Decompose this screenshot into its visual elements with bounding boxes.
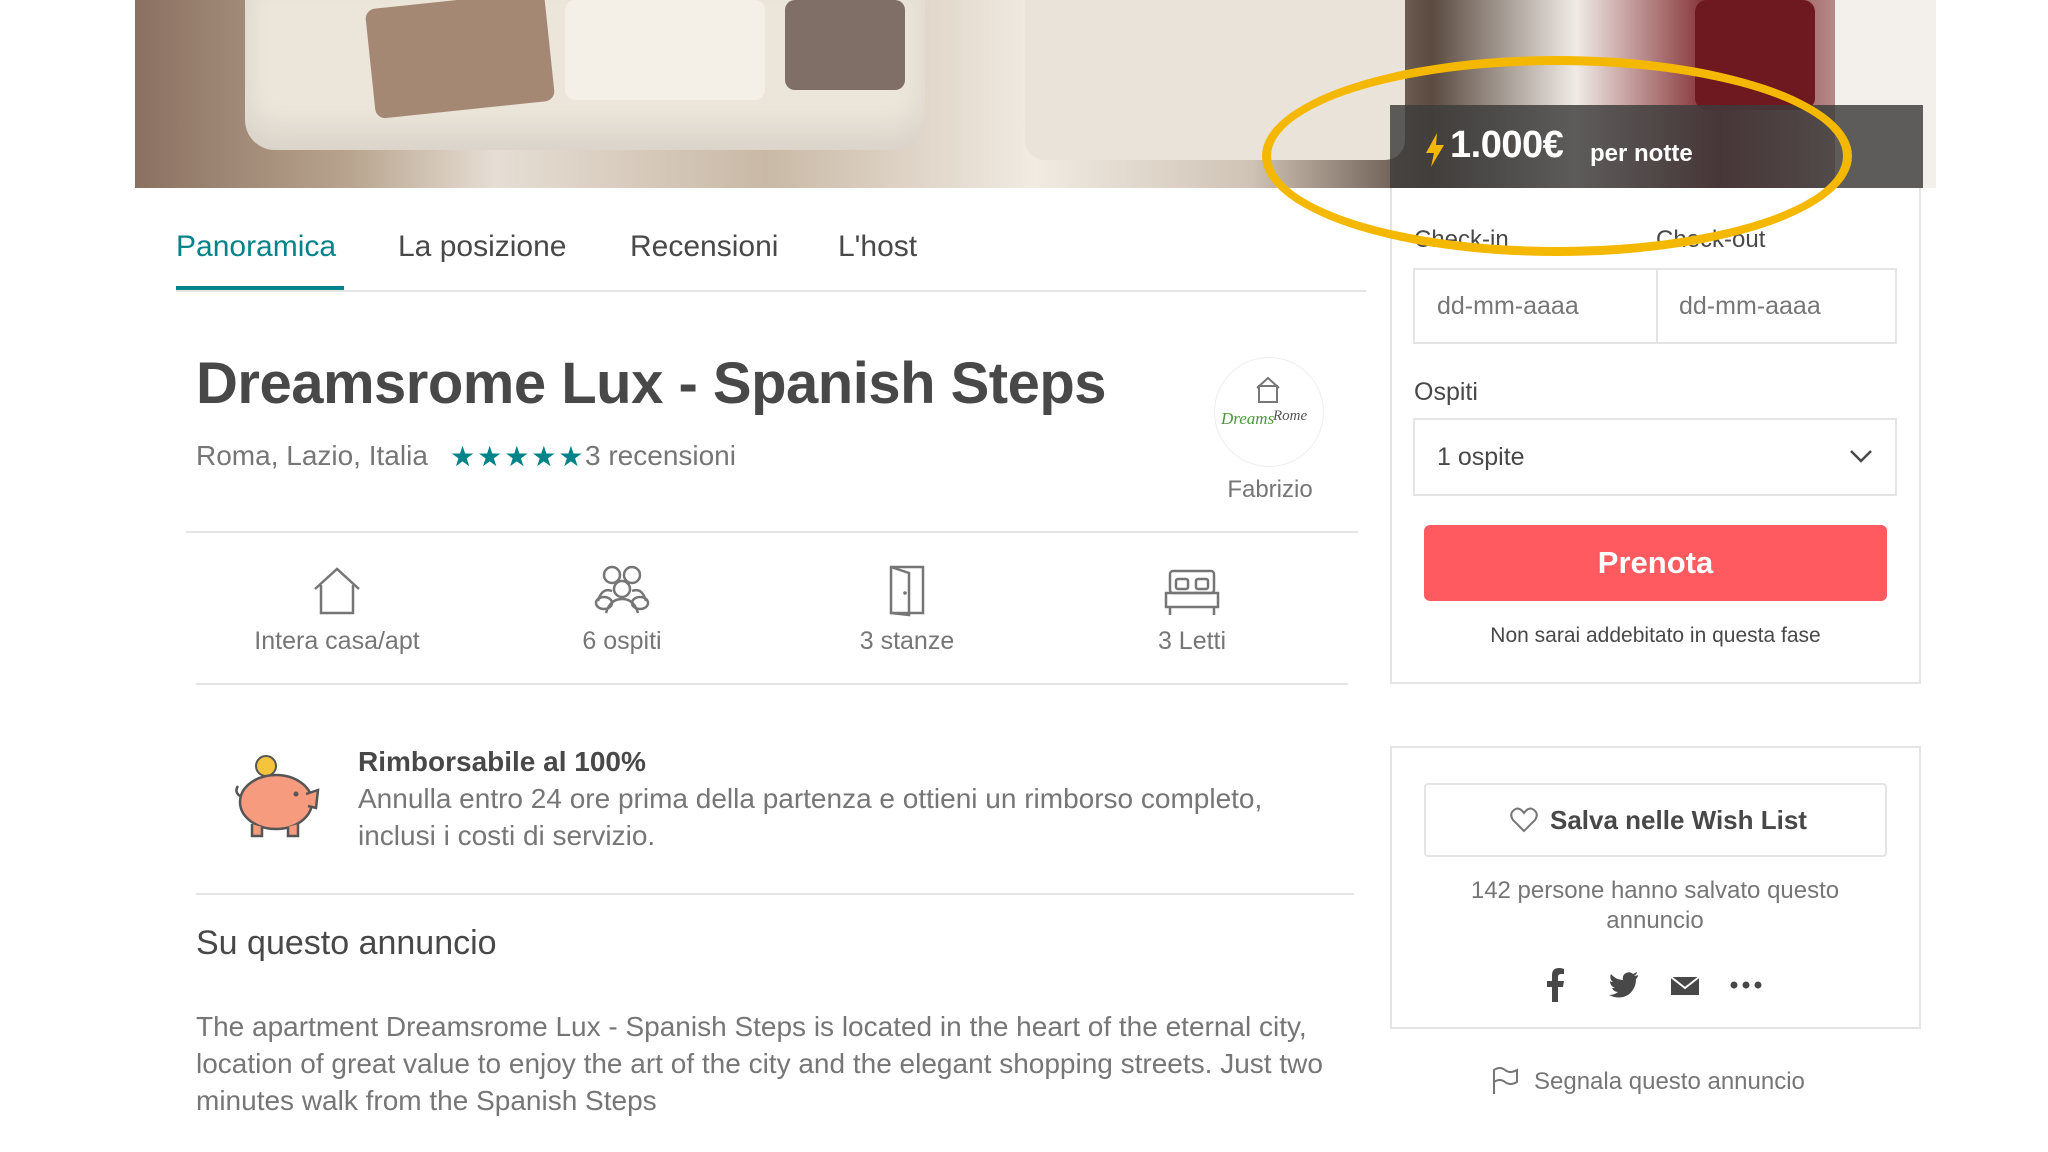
amenity-beds: 3 Letti xyxy=(1082,565,1302,656)
svg-text:Dreams: Dreams xyxy=(1220,409,1275,428)
amenity-home: Intera casa/apt xyxy=(227,565,447,656)
refund-title: Rimborsabile al 100% xyxy=(358,746,646,777)
tab-host[interactable]: L'host xyxy=(838,230,917,264)
saved-count-text: 142 persone hanno salvato questo annunci… xyxy=(1470,877,1840,934)
star-rating: ★★★★★ xyxy=(450,441,586,472)
about-description: The apartment Dreamsrome Lux - Spanish S… xyxy=(196,1011,1323,1116)
report-label: Segnala questo annuncio xyxy=(1534,1068,1805,1095)
save-wishlist-label: Salva nelle Wish List xyxy=(1550,805,1807,835)
refund-description: Annulla entro 24 ore prima della partenz… xyxy=(358,783,1263,851)
checkout-input[interactable]: dd-mm-aaaa xyxy=(1679,270,1821,342)
no-charge-note: Non sarai addebitato in questa fase xyxy=(1490,624,1821,647)
divider xyxy=(196,893,1354,895)
amenity-label: 3 stanze xyxy=(859,627,955,655)
guests-label: Ospiti xyxy=(1414,378,1478,406)
dreamsrome-logo: Dreams Rome xyxy=(1220,376,1307,428)
tab-location[interactable]: La posizione xyxy=(398,230,566,264)
tabs-divider xyxy=(176,290,1366,292)
amenity-label: 6 ospiti xyxy=(582,627,662,655)
share-row xyxy=(1545,968,1765,1002)
date-separator xyxy=(1656,270,1658,342)
guests-icon xyxy=(594,565,650,614)
door-icon xyxy=(889,565,925,617)
twitter-icon[interactable] xyxy=(1609,972,1639,998)
guests-select[interactable]: 1 ospite xyxy=(1413,418,1897,496)
chevron-down-icon xyxy=(1850,450,1872,463)
flag-icon xyxy=(1493,1067,1518,1094)
more-icon[interactable] xyxy=(1730,980,1762,990)
tab-reviews[interactable]: Recensioni xyxy=(630,230,778,264)
reviews-link[interactable]: 3 recensioni xyxy=(585,440,736,472)
price-highlight-circle xyxy=(1262,56,1852,256)
heart-icon xyxy=(1510,807,1538,833)
book-button[interactable]: Prenota xyxy=(1424,525,1887,601)
tab-overview[interactable]: Panoramica xyxy=(176,230,336,264)
email-icon[interactable] xyxy=(1670,976,1700,996)
divider xyxy=(196,683,1348,685)
amenity-guests: 6 ospiti xyxy=(512,565,732,656)
facebook-icon[interactable] xyxy=(1545,968,1565,1002)
bed-icon xyxy=(1164,569,1220,615)
amenity-rooms: 3 stanze xyxy=(797,565,1017,656)
home-icon xyxy=(314,567,360,615)
piggy-bank-icon xyxy=(235,755,320,838)
host-avatar[interactable]: Dreams Rome xyxy=(1215,358,1323,466)
report-listing-link[interactable]: Segnala questo annuncio xyxy=(1490,1066,1830,1100)
checkin-input[interactable]: dd-mm-aaaa xyxy=(1437,270,1579,342)
listing-location: Roma, Lazio, Italia xyxy=(196,440,428,471)
guests-value: 1 ospite xyxy=(1437,443,1525,471)
amenity-label: Intera casa/apt xyxy=(254,627,420,655)
svg-text:Rome: Rome xyxy=(1272,408,1307,424)
amenity-label: 3 Letti xyxy=(1157,627,1227,655)
listing-title: Dreamsrome Lux - Spanish Steps xyxy=(196,351,1107,416)
date-range-picker: dd-mm-aaaa dd-mm-aaaa xyxy=(1413,268,1897,344)
about-title: Su questo annuncio xyxy=(196,924,497,962)
host-name[interactable]: Fabrizio xyxy=(1210,476,1330,504)
divider xyxy=(186,531,1358,533)
save-wishlist-button[interactable]: Salva nelle Wish List xyxy=(1424,783,1887,857)
